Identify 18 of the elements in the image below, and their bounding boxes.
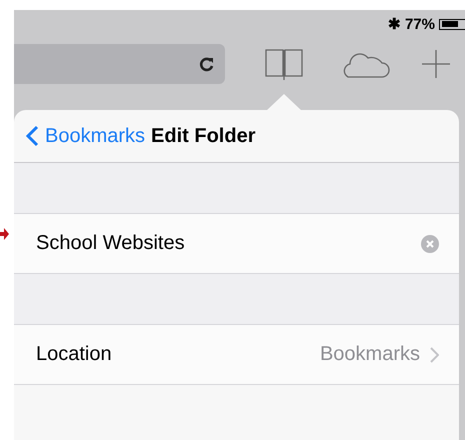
bluetooth-icon: ✱	[388, 15, 401, 33]
folder-name-row[interactable]: School Websites	[14, 214, 459, 274]
pointer-arrow-icon	[0, 228, 9, 240]
folder-name-field[interactable]: School Websites	[36, 232, 421, 255]
row-value: Bookmarks	[320, 343, 420, 366]
plus-icon[interactable]	[420, 48, 452, 80]
address-field[interactable]	[14, 44, 225, 84]
back-chevron-icon	[26, 125, 39, 147]
location-row[interactable]: Location Bookmarks	[14, 325, 459, 385]
back-button[interactable]: Bookmarks	[26, 124, 146, 148]
popover-title: Edit Folder	[151, 124, 256, 148]
chevron-icon	[430, 346, 439, 362]
reload-icon[interactable]	[199, 56, 215, 72]
book-icon[interactable]	[265, 48, 303, 80]
row-label: Location	[36, 343, 112, 366]
clear-icon[interactable]	[421, 234, 439, 252]
battery-icon	[439, 18, 465, 30]
battery-percentage: 77%	[404, 16, 435, 32]
